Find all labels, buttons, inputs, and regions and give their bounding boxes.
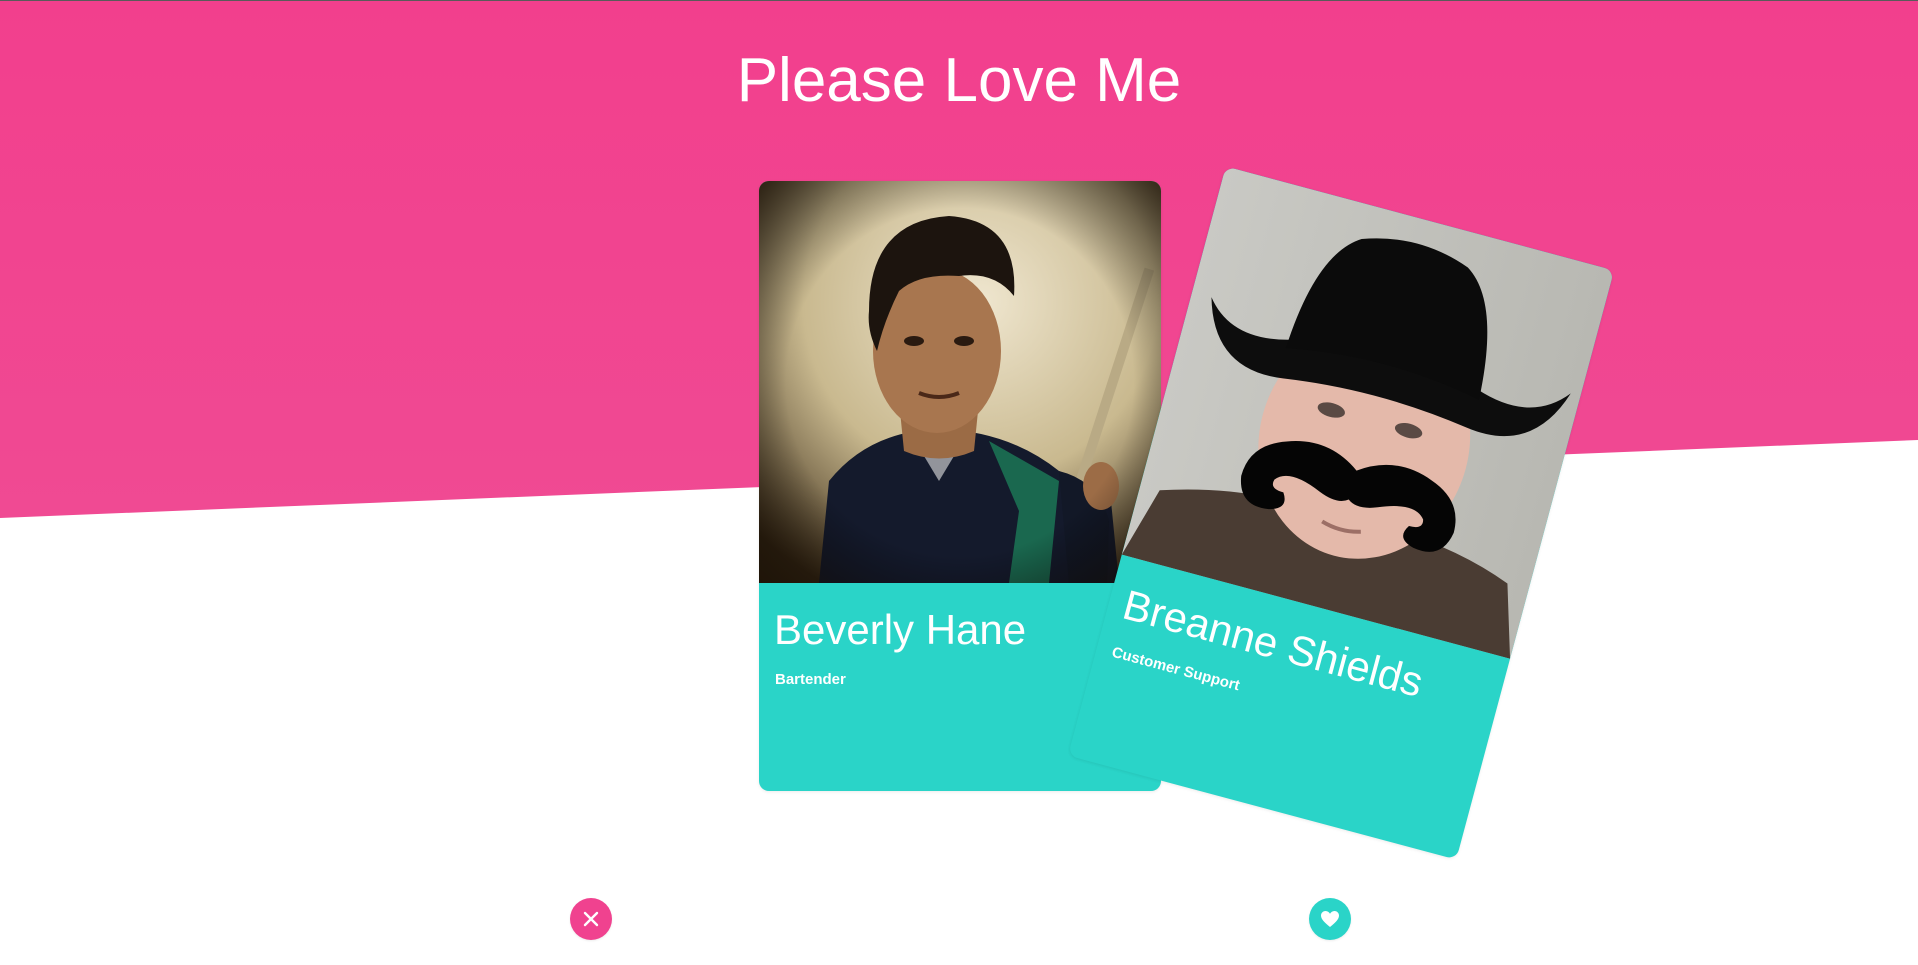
close-icon [583,911,599,927]
dislike-button[interactable] [570,898,612,940]
profile-name: Beverly Hane [774,606,1027,653]
page-title: Please Love Me [736,46,1182,115]
heart-icon [1321,911,1339,927]
app-page: Please Love Me Beverly Hane Bartender Br… [0,0,1918,965]
profile-role: Bartender [775,671,846,688]
like-button[interactable] [1309,898,1351,940]
profile-photo [759,181,1161,583]
